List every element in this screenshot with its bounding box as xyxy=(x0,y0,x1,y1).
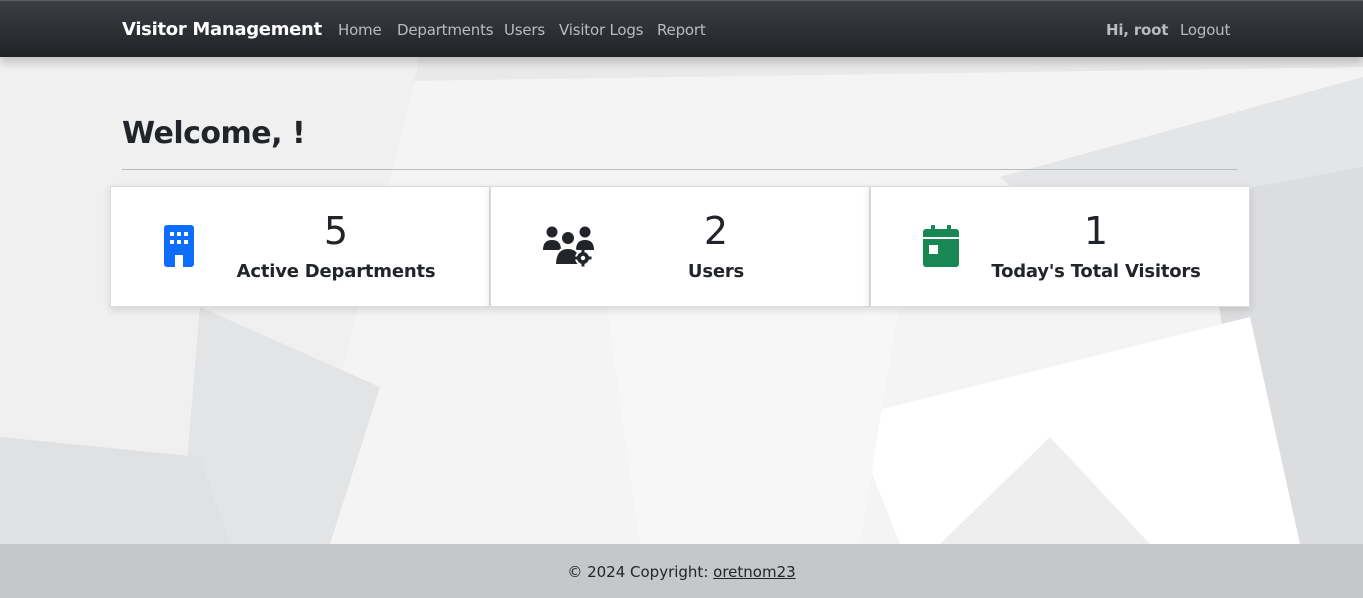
departments-count: 5 xyxy=(323,209,349,253)
user-greeting: Hi, root xyxy=(1106,21,1169,39)
nav-users[interactable]: Users xyxy=(504,21,545,39)
nav-home[interactable]: Home xyxy=(338,21,382,39)
visitors-label: Today's Total Visitors xyxy=(991,261,1201,282)
users-label: Users xyxy=(687,261,745,282)
top-navbar: Visitor Management Home Departments User… xyxy=(0,0,1363,57)
nav-report[interactable]: Report xyxy=(657,21,706,39)
logout-link[interactable]: Logout xyxy=(1180,21,1230,39)
copyright-text: © 2024 Copyright: xyxy=(567,563,709,581)
building-icon xyxy=(163,225,195,271)
users-gear-icon xyxy=(543,225,595,271)
card-todays-visitors: 1 Today's Total Visitors xyxy=(870,186,1250,307)
author-link[interactable]: oretnom23 xyxy=(713,563,796,581)
departments-label: Active Departments xyxy=(236,261,436,282)
card-users: 2 Users xyxy=(490,186,870,307)
users-count: 2 xyxy=(703,209,729,253)
nav-departments[interactable]: Departments xyxy=(397,21,494,39)
page-title: Welcome, ! xyxy=(122,116,306,151)
visitors-count: 1 xyxy=(1083,209,1109,253)
card-active-departments: 5 Active Departments xyxy=(110,186,490,307)
footer: © 2024 Copyright: oretnom23 xyxy=(0,544,1363,598)
calendar-icon xyxy=(923,225,959,271)
title-divider xyxy=(122,169,1238,170)
brand-logo[interactable]: Visitor Management xyxy=(122,19,322,40)
nav-visitor-logs[interactable]: Visitor Logs xyxy=(559,21,643,39)
